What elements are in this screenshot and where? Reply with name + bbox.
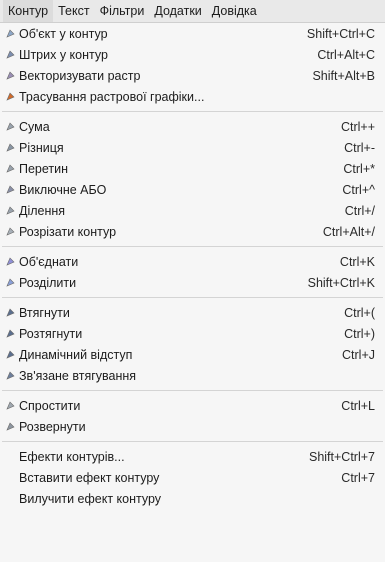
menu-item-shortcut: Ctrl+( [344,305,375,320]
path-menu-dropdown: Об'єкт у контур Shift+Ctrl+C Штрих у конту… [0,23,385,562]
menu-item-label: Втягнути [19,305,70,320]
menu-item-shortcut: Shift+Ctrl+K [307,275,375,290]
menu-item-label: Зв'язане втягування [19,368,137,383]
menu-item-label: Сума [19,119,50,134]
menu-separator [0,242,385,251]
outset-icon [4,328,16,340]
menu-item-label: Спростити [19,398,81,413]
menu-extensions[interactable]: Додатки [149,0,206,22]
simplify-icon [4,400,16,412]
reverse-icon [4,421,16,433]
menu-item-label: Штрих у контур [19,47,108,62]
menu-item-shortcut: Ctrl+J [342,347,375,362]
menu-item-label: Ділення [19,203,66,218]
menu-item[interactable]: Розвернути [0,416,385,437]
menu-item[interactable]: Динамічний відступ Ctrl+J [0,344,385,365]
menu-separator [0,293,385,302]
exclusion-icon [4,184,16,196]
trace-bitmap-icon [4,70,16,82]
menu-item-label: Виключне АБО [19,182,107,197]
menu-item-label: Розрізати контур [19,224,117,239]
menu-item-shortcut: Ctrl++ [340,119,375,134]
inset-icon [4,307,16,319]
menu-item-shortcut: Ctrl+7 [341,470,375,485]
dynamic-offset-icon [4,349,16,361]
menu-item[interactable]: Векторизувати растр Shift+Alt+B [0,65,385,86]
menu-item-label: Різниця [19,140,64,155]
menu-item[interactable]: Вилучити ефект контуру [0,488,385,509]
menu-item-shortcut: Ctrl+* [343,161,375,176]
menu-path[interactable]: Контур [3,0,54,22]
menu-item-shortcut: Shift+Alt+B [312,68,375,83]
menu-item-label: Об'єкт у контур [19,26,108,41]
menu-item[interactable]: Виключне АБО Ctrl+^ [0,179,385,200]
menu-item-shortcut: Ctrl+K [339,254,375,269]
menu-item-shortcut: Ctrl+/ [344,203,375,218]
menu-item-shortcut: Ctrl+^ [342,182,375,197]
menu-separator [0,107,385,116]
menu-item-shortcut: Ctrl+- [344,140,375,155]
division-icon [4,205,16,217]
menu-separator [0,386,385,395]
menu-help[interactable]: Довідка [207,0,262,22]
menu-item-label: Трасування растрової графіки... [19,89,205,104]
menu-item-label: Перетин [19,161,69,176]
menu-item-shortcut: Shift+Ctrl+7 [308,449,375,464]
menu-item-shortcut: Ctrl+) [344,326,375,341]
menu-item-shortcut: Ctrl+L [341,398,375,413]
menu-bar: Контур Текст Фільтри Додатки Довідка [0,0,385,23]
menu-item[interactable]: Сума Ctrl++ [0,116,385,137]
menu-item[interactable]: Об'єкт у контур Shift+Ctrl+C [0,23,385,44]
menu-item[interactable]: Втягнути Ctrl+( [0,302,385,323]
menu-item[interactable]: Різниця Ctrl+- [0,137,385,158]
menu-item-label: Векторизувати растр [19,68,141,83]
menu-filters[interactable]: Фільтри [95,0,150,22]
cut-path-icon [4,226,16,238]
object-to-path-icon [4,28,16,40]
menu-item[interactable]: Трасування растрової графіки... [0,86,385,107]
menu-item-shortcut: Ctrl+Alt+/ [322,224,375,239]
menu-text[interactable]: Текст [53,0,94,22]
break-apart-icon [4,277,16,289]
combine-icon [4,256,16,268]
menu-item-label: Розділити [19,275,77,290]
menu-item-label: Об'єднати [19,254,79,269]
menu-item[interactable]: Спростити Ctrl+L [0,395,385,416]
trace-pixel-art-icon [4,91,16,103]
menu-item-label: Вставити ефект контуру [19,470,160,485]
menu-item-shortcut: Shift+Ctrl+C [306,26,375,41]
menu-item-label: Розвернути [19,419,86,434]
menu-item-shortcut: Ctrl+Alt+C [317,47,375,62]
menu-item-label: Розтягнути [19,326,83,341]
menu-item-label: Ефекти контурів... [19,449,125,464]
menu-item[interactable]: Ефекти контурів... Shift+Ctrl+7 [0,446,385,467]
menu-item[interactable]: Ділення Ctrl+/ [0,200,385,221]
menu-item[interactable]: Розтягнути Ctrl+) [0,323,385,344]
menu-item[interactable]: Вставити ефект контуру Ctrl+7 [0,467,385,488]
linked-offset-icon [4,370,16,382]
difference-icon [4,142,16,154]
menu-item[interactable]: Штрих у контур Ctrl+Alt+C [0,44,385,65]
menu-item-label: Вилучити ефект контуру [19,491,162,506]
menu-item[interactable]: Розрізати контур Ctrl+Alt+/ [0,221,385,242]
menu-item[interactable]: Об'єднати Ctrl+K [0,251,385,272]
menu-separator [0,437,385,446]
intersection-icon [4,163,16,175]
menu-item-label: Динамічний відступ [19,347,133,362]
stroke-to-path-icon [4,49,16,61]
union-icon [4,121,16,133]
menu-item[interactable]: Розділити Shift+Ctrl+K [0,272,385,293]
menu-item[interactable]: Зв'язане втягування [0,365,385,386]
menu-item[interactable]: Перетин Ctrl+* [0,158,385,179]
